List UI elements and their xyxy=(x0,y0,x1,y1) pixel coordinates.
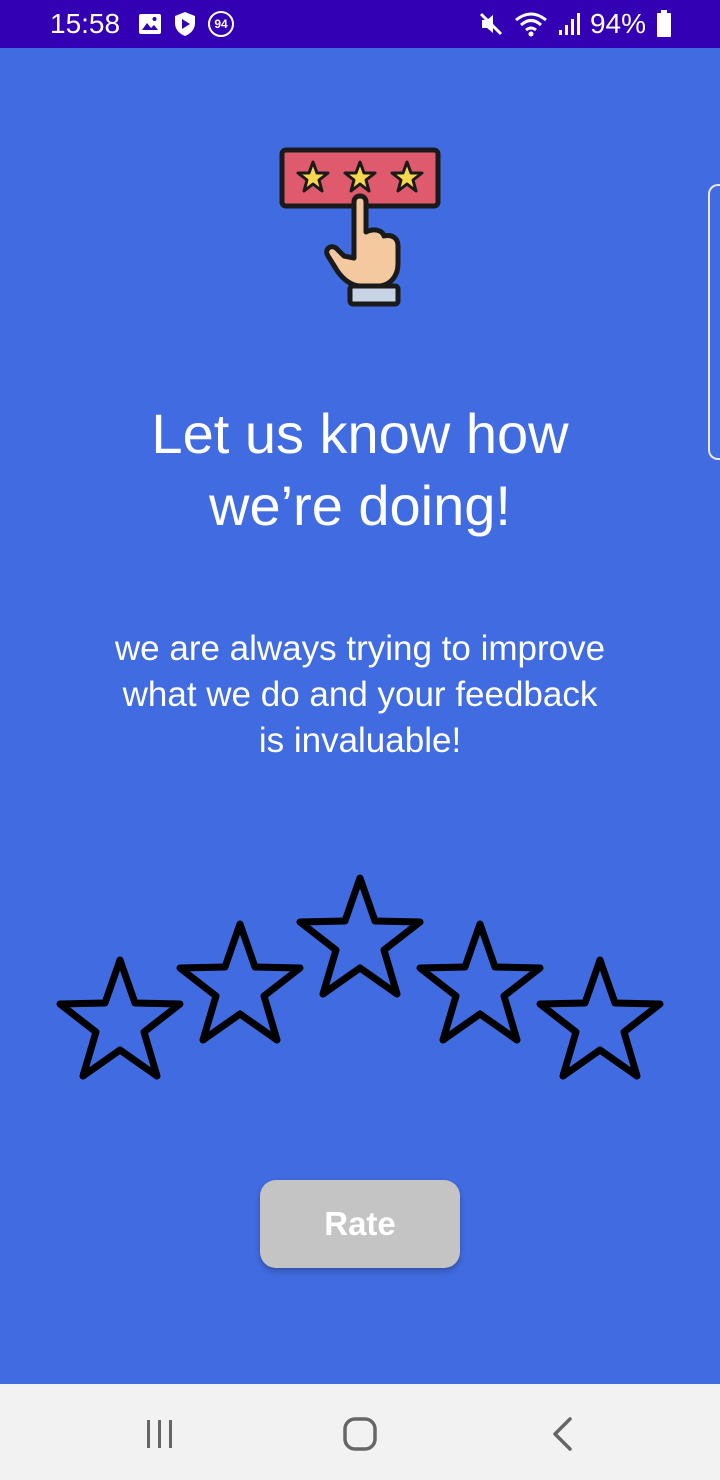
status-bar: 15:58 94 94% xyxy=(0,0,720,48)
gallery-icon xyxy=(139,14,161,34)
shield-icon xyxy=(175,12,195,36)
system-status: 94% xyxy=(478,8,672,40)
back-icon xyxy=(553,1417,572,1451)
star-5-icon[interactable] xyxy=(534,956,666,1082)
back-button[interactable] xyxy=(532,1412,592,1456)
recent-apps-icon xyxy=(147,1420,172,1448)
page-subtitle: we are always trying to improve what we … xyxy=(114,629,606,760)
recent-apps-button[interactable] xyxy=(130,1412,190,1456)
badge-94-icon: 94 xyxy=(208,11,234,37)
battery-percent: 94% xyxy=(589,8,646,39)
star-4-icon[interactable] xyxy=(414,920,546,1046)
star-3-icon[interactable] xyxy=(294,874,426,1000)
rate-button[interactable]: Rate xyxy=(260,1180,460,1268)
signal-icon xyxy=(558,13,580,35)
notification-icons: 94 xyxy=(138,10,234,38)
rating-illustration-icon xyxy=(279,147,441,307)
edge-panel-handle[interactable] xyxy=(708,184,720,460)
star-1-icon[interactable] xyxy=(54,956,186,1082)
battery-icon xyxy=(657,10,671,37)
star-2-icon[interactable] xyxy=(174,920,306,1046)
navigation-bar xyxy=(0,1384,720,1480)
rating-screen: Let us know how we’re doing! we are alwa… xyxy=(0,48,720,1384)
page-title: Let us know how we’re doing! xyxy=(151,402,569,537)
home-icon xyxy=(343,1417,377,1451)
home-button[interactable] xyxy=(330,1412,390,1456)
mute-icon xyxy=(479,12,503,36)
wifi-icon xyxy=(515,12,547,37)
status-time: 15:58 xyxy=(50,8,121,39)
